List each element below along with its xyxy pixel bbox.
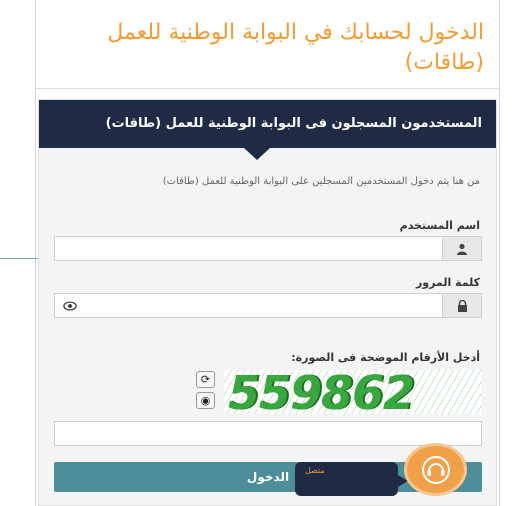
captcha-noise: [224, 370, 481, 414]
headset-icon: [421, 455, 450, 484]
header-pointer: [244, 148, 270, 160]
title-divider: [35, 88, 500, 89]
audio-icon[interactable]: ◉: [196, 392, 215, 409]
chat-status-label: متصل: [305, 466, 325, 475]
lock-icon: [442, 294, 481, 317]
chat-widget-button[interactable]: [407, 446, 464, 493]
captcha-input[interactable]: [54, 421, 482, 446]
password-field[interactable]: [54, 293, 482, 319]
side-connector-line: [0, 258, 38, 259]
password-input[interactable]: [85, 294, 441, 319]
eye-icon[interactable]: [63, 299, 77, 313]
chat-status-bubble[interactable]: متصل: [295, 462, 398, 496]
username-field[interactable]: [54, 236, 482, 262]
password-label: كلمة المرور: [415, 276, 480, 289]
login-panel: المستخدمون المسجلون فى البوابة الوطنية ل…: [38, 99, 497, 506]
captcha-image: 559862: [224, 370, 481, 414]
panel-header: المستخدمون المسجلون فى البوابة الوطنية ل…: [39, 100, 496, 148]
username-input[interactable]: [85, 237, 441, 262]
username-label: اسم المستخدم: [399, 219, 480, 232]
chat-bubble-tail: [396, 474, 408, 488]
panel-description: من هنا يتم دخول المستخدمين المسجلين على …: [162, 176, 480, 187]
refresh-icon[interactable]: ⟳: [196, 371, 215, 388]
page-title: الدخول لحسابك في البوابة الوطنية للعمل (…: [107, 20, 484, 75]
user-icon: [442, 237, 481, 260]
captcha-label: أدخل الأرقام الموضحة فى الصورة:: [291, 351, 480, 364]
